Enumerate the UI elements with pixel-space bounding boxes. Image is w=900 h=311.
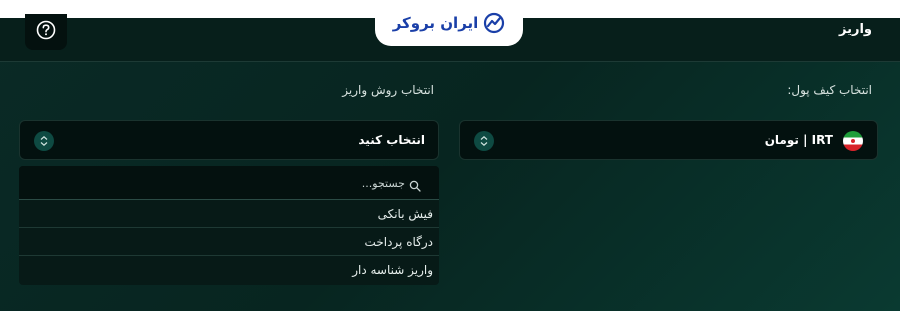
help-button[interactable]	[25, 14, 67, 50]
page-title: واریز	[839, 22, 872, 37]
question-circle-icon	[36, 20, 56, 44]
brand-logo[interactable]: ایران بروکر	[375, 0, 523, 46]
chevron-up-down-icon	[474, 131, 494, 151]
option-payment-gateway[interactable]: درگاه پرداخت	[19, 228, 439, 256]
wallet-label: انتخاب کیف پول:	[787, 83, 872, 97]
wallet-selected-value: IRT | تومان	[764, 133, 833, 147]
method-dropdown: فیش بانکی درگاه پرداخت واریز شناسه دار	[19, 166, 439, 285]
option-label: واریز شناسه دار	[352, 263, 433, 277]
option-bank-receipt[interactable]: فیش بانکی	[19, 200, 439, 228]
option-identified-deposit[interactable]: واریز شناسه دار	[19, 256, 439, 284]
option-label: فیش بانکی	[377, 207, 433, 221]
wallet-select[interactable]: IRT | تومان	[459, 120, 878, 160]
search-input[interactable]	[123, 174, 423, 192]
method-label: انتخاب روش واریز	[342, 83, 434, 97]
logo-text: ایران بروکر	[392, 14, 479, 32]
header-divider	[0, 61, 900, 62]
option-label: درگاه پرداخت	[364, 235, 433, 249]
search-row	[19, 166, 439, 200]
iran-flag-icon	[843, 131, 863, 151]
chevron-up-down-icon	[34, 131, 54, 151]
method-selected-value: انتخاب کنید	[358, 133, 425, 147]
chart-trend-icon	[483, 12, 505, 34]
method-select[interactable]: انتخاب کنید	[19, 120, 439, 160]
